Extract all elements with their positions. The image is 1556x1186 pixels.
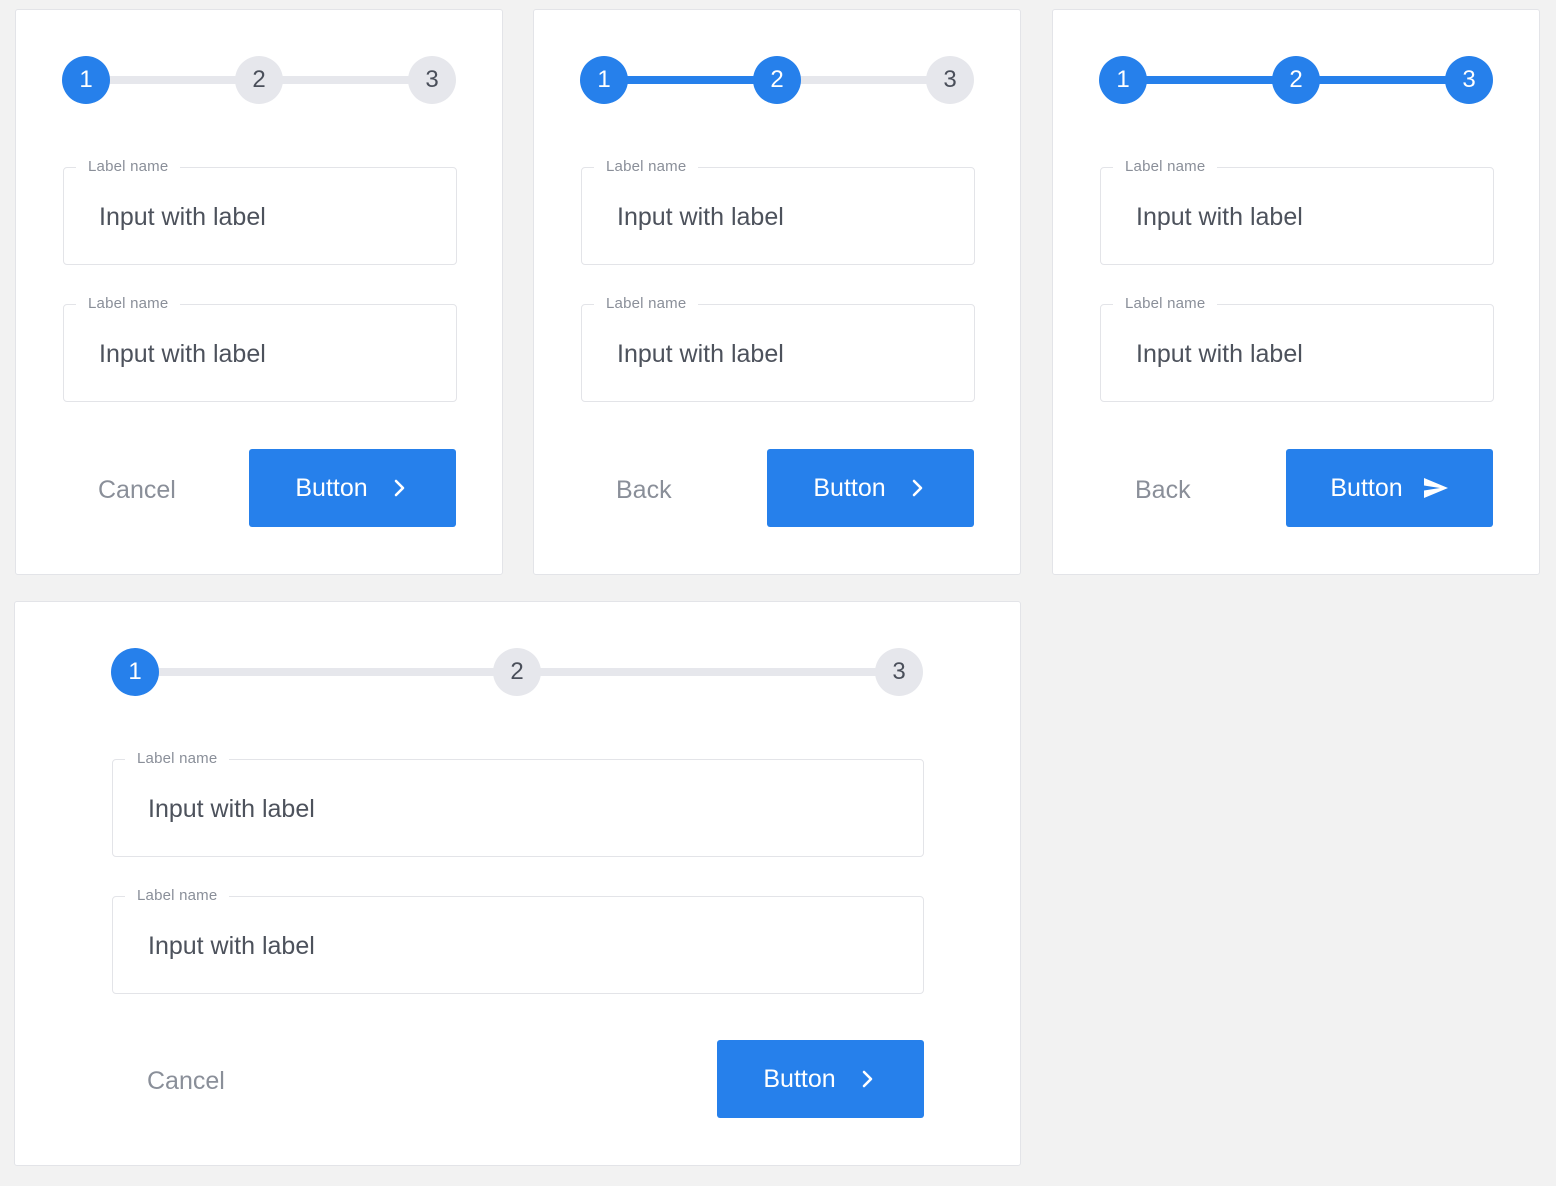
next-button[interactable]: Button: [249, 449, 456, 527]
step-2[interactable]: 2: [1272, 56, 1320, 104]
next-button[interactable]: Button: [717, 1040, 924, 1118]
text-field-2[interactable]: Label name Input with label: [1100, 295, 1494, 402]
stepper-form-card-2: 1 2 3 Label name Input with label Label …: [533, 9, 1021, 575]
field-label: Label name: [76, 295, 181, 313]
field-value[interactable]: Input with label: [148, 931, 315, 961]
field-label: Label name: [1113, 295, 1218, 313]
chevron-right-icon: [388, 477, 410, 499]
back-button[interactable]: Back: [1135, 475, 1191, 505]
text-field-1[interactable]: Label name Input with label: [581, 158, 975, 265]
field-label: Label name: [76, 158, 181, 176]
chevron-right-icon: [906, 477, 928, 499]
button-label: Button: [763, 1064, 836, 1093]
field-label: Label name: [1113, 158, 1218, 176]
back-button[interactable]: Back: [616, 475, 672, 505]
progress-stepper: 1 2 3: [62, 56, 456, 104]
button-label: Button: [1330, 473, 1403, 502]
text-field-2[interactable]: Label name Input with label: [112, 887, 924, 994]
stepper-progress-fill: [604, 76, 777, 84]
field-value[interactable]: Input with label: [617, 339, 784, 369]
button-label: Button: [295, 473, 368, 502]
step-1[interactable]: 1: [580, 56, 628, 104]
field-value[interactable]: Input with label: [617, 202, 784, 232]
chevron-right-icon: [856, 1068, 878, 1090]
progress-stepper: 1 2 3: [580, 56, 974, 104]
cancel-button[interactable]: Cancel: [98, 475, 176, 505]
field-value[interactable]: Input with label: [99, 202, 266, 232]
field-value[interactable]: Input with label: [1136, 202, 1303, 232]
field-value[interactable]: Input with label: [1136, 339, 1303, 369]
cancel-button[interactable]: Cancel: [147, 1066, 225, 1096]
step-3[interactable]: 3: [1445, 56, 1493, 104]
text-field-2[interactable]: Label name Input with label: [581, 295, 975, 402]
text-field-1[interactable]: Label name Input with label: [112, 750, 924, 857]
step-2[interactable]: 2: [753, 56, 801, 104]
step-3[interactable]: 3: [875, 648, 923, 696]
field-label: Label name: [594, 295, 699, 313]
step-2[interactable]: 2: [493, 648, 541, 696]
field-value[interactable]: Input with label: [148, 794, 315, 824]
step-3[interactable]: 3: [926, 56, 974, 104]
step-1[interactable]: 1: [111, 648, 159, 696]
step-1[interactable]: 1: [62, 56, 110, 104]
submit-button[interactable]: Button: [1286, 449, 1493, 527]
progress-stepper: 1 2 3: [1099, 56, 1493, 104]
field-label: Label name: [125, 887, 230, 905]
step-1[interactable]: 1: [1099, 56, 1147, 104]
stepper-form-card-wide: 1 2 3 Label name Input with label Label …: [14, 601, 1021, 1166]
step-3[interactable]: 3: [408, 56, 456, 104]
field-label: Label name: [594, 158, 699, 176]
stepper-form-card-3: 1 2 3 Label name Input with label Label …: [1052, 9, 1540, 575]
stepper-form-card-1: 1 2 3 Label name Input with label Label …: [15, 9, 503, 575]
field-label: Label name: [125, 750, 230, 768]
text-field-1[interactable]: Label name Input with label: [63, 158, 457, 265]
step-2[interactable]: 2: [235, 56, 283, 104]
field-value[interactable]: Input with label: [99, 339, 266, 369]
text-field-2[interactable]: Label name Input with label: [63, 295, 457, 402]
next-button[interactable]: Button: [767, 449, 974, 527]
button-label: Button: [813, 473, 886, 502]
send-icon: [1423, 477, 1449, 499]
progress-stepper: 1 2 3: [111, 648, 923, 696]
text-field-1[interactable]: Label name Input with label: [1100, 158, 1494, 265]
